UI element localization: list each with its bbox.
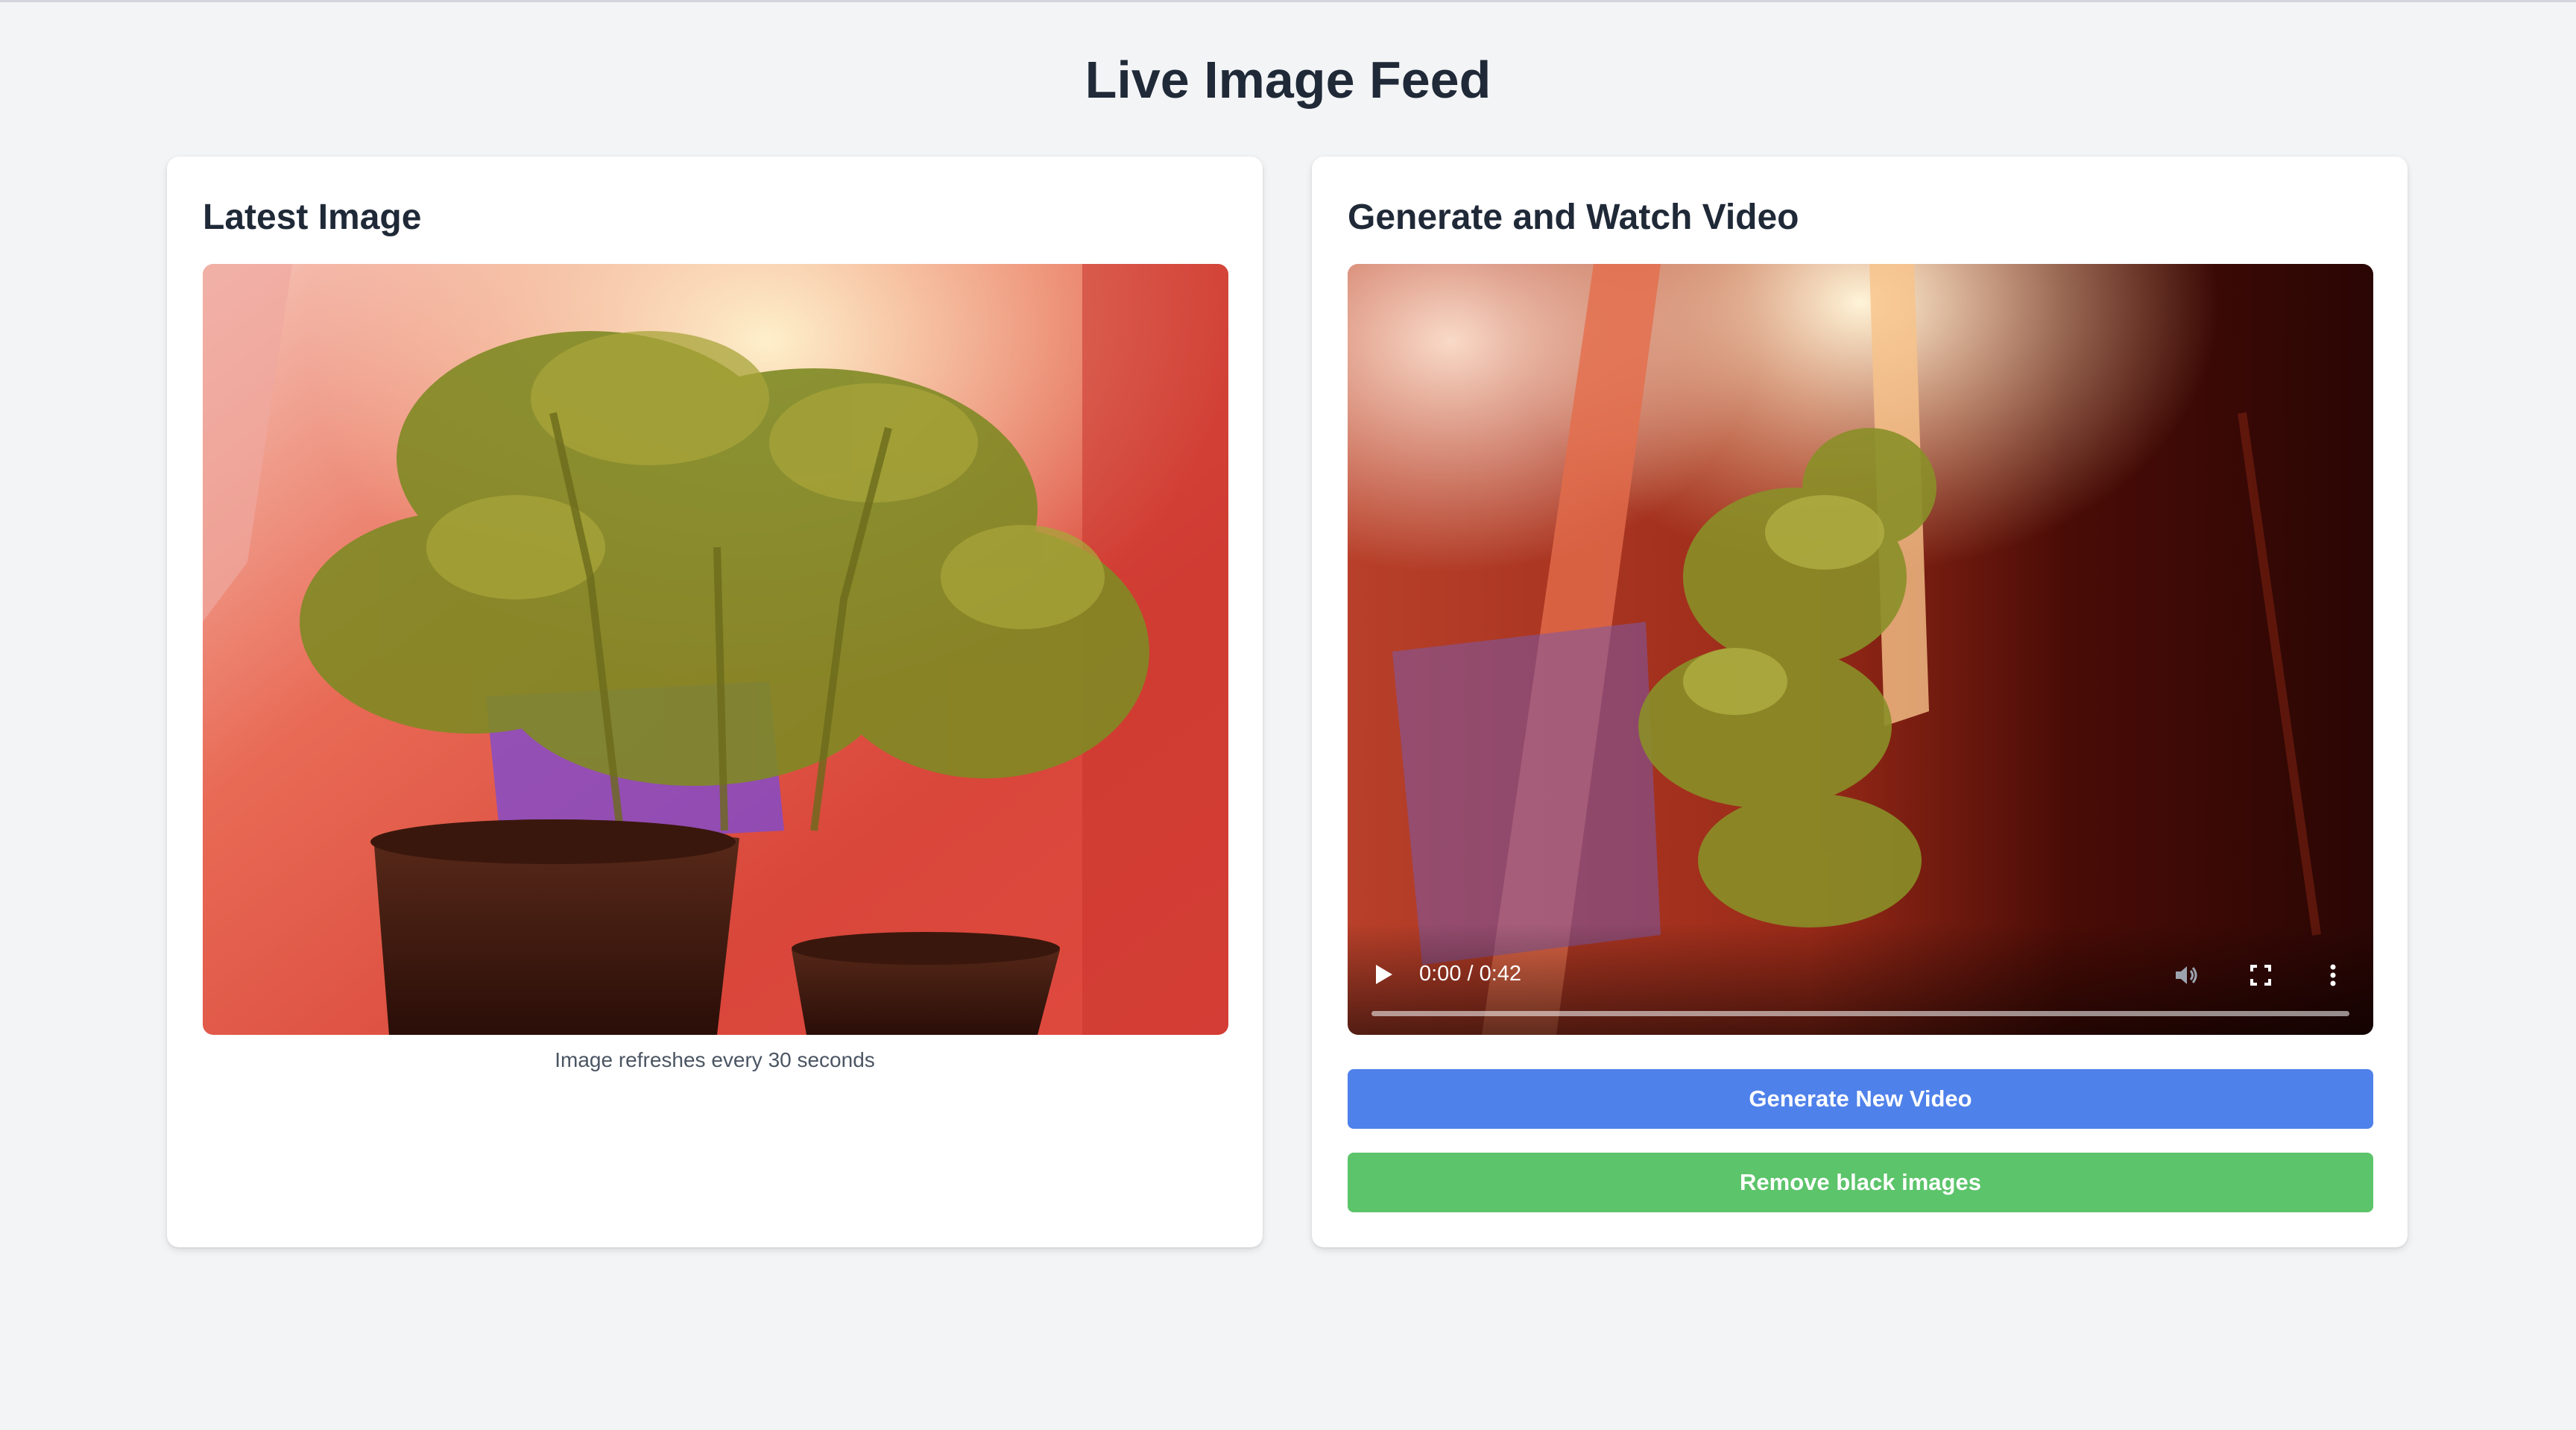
video-progress-bar[interactable] (1371, 1011, 2349, 1016)
refresh-caption: Image refreshes every 30 seconds (555, 1048, 875, 1071)
window-top-border (0, 0, 2576, 2)
remove-black-images-button[interactable]: Remove black images (1348, 1153, 2373, 1212)
latest-image (203, 264, 1228, 1035)
latest-image-card: Latest Image Image refreshes every 30 se… (167, 157, 1263, 1247)
video-time: 0:00 / 0:42 (1419, 962, 1522, 986)
page-title: Live Image Feed (1085, 51, 1491, 109)
play-icon[interactable] (1376, 965, 1392, 984)
volume-icon[interactable] (2171, 960, 2201, 990)
fullscreen-icon[interactable] (2246, 960, 2276, 990)
more-options-icon[interactable] (2318, 960, 2348, 990)
video-controls: 0:00 / 0:42 (1348, 923, 2373, 1035)
video-panel-title: Generate and Watch Video (1348, 198, 1799, 237)
generate-video-button[interactable]: Generate New Video (1348, 1069, 2373, 1129)
video-player[interactable]: 0:00 / 0:42 (1348, 264, 2373, 1035)
video-card: Generate and Watch Video 0:00 / 0:42 Gen… (1312, 157, 2408, 1247)
latest-image-title: Latest Image (203, 198, 422, 237)
